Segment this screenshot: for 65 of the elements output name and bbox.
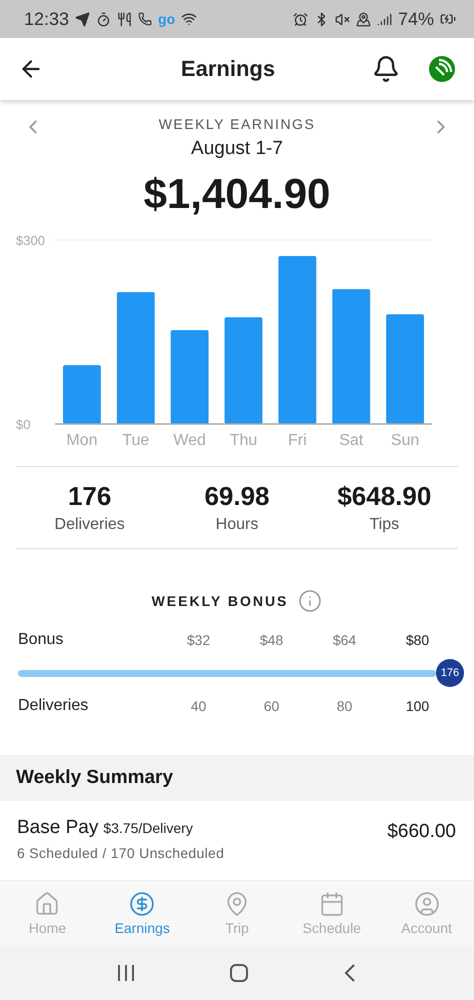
signal-icon	[376, 12, 392, 26]
pay-rate: $3.75/Delivery	[103, 820, 193, 836]
row-label: Bonus	[18, 631, 64, 649]
timer-icon	[96, 12, 112, 26]
page-title: Earnings	[180, 56, 276, 82]
axis-label: Fri	[288, 432, 307, 449]
stat-value: 69.98	[204, 481, 270, 512]
axis-label: Tue	[122, 432, 150, 449]
status-time: 12:33	[24, 8, 70, 30]
location-icon	[356, 12, 371, 26]
bar	[63, 365, 101, 424]
axis-label: $300	[16, 233, 45, 248]
wifi-icon	[181, 11, 198, 27]
send-icon	[75, 12, 90, 26]
mute-icon	[334, 12, 350, 26]
slider-thumb[interactable]: 176	[436, 659, 464, 687]
utensils-icon	[117, 12, 132, 26]
status-indicator-icon[interactable]	[428, 55, 456, 83]
dollar-icon	[129, 890, 156, 916]
bonus-heading: WEEKLY BONUS	[152, 593, 288, 609]
axis-label: Thu	[230, 432, 258, 449]
total-earnings: $1,404.90	[142, 170, 332, 218]
bell-icon	[372, 55, 400, 83]
info-icon[interactable]	[298, 589, 322, 613]
nav-tab[interactable]: Trip	[190, 881, 284, 945]
bonus-amount: $80	[404, 632, 430, 648]
section-heading: WEEKLY EARNINGS	[158, 116, 316, 132]
home-icon	[34, 890, 60, 916]
account-icon	[414, 890, 440, 916]
delivery-goal: 60	[262, 698, 280, 714]
home-icon[interactable]	[229, 962, 249, 982]
stat-value: $648.90	[337, 481, 432, 512]
nav-tab[interactable]: Home	[0, 881, 95, 945]
phone-icon	[138, 12, 152, 26]
pay-detail: 6 Scheduled / 170 Unscheduled	[17, 845, 224, 861]
bonus-amount: $48	[258, 632, 284, 648]
battery-percent: 74%	[398, 8, 434, 30]
bonus-amount: $64	[332, 632, 358, 648]
delivery-goal: 40	[190, 698, 208, 714]
nav-tab[interactable]: Schedule	[284, 881, 380, 945]
recent-apps-icon[interactable]	[117, 964, 135, 982]
axis-label: Sat	[339, 432, 364, 449]
row-label: Deliveries	[18, 697, 90, 715]
calendar-icon	[318, 890, 345, 916]
back-icon[interactable]	[343, 962, 357, 982]
stat-value: 176	[68, 481, 112, 512]
nav-tab[interactable]: Earnings	[94, 881, 190, 945]
nav-tab[interactable]: Account	[379, 881, 474, 945]
axis-label: Sun	[390, 432, 420, 449]
stat-label: Hours	[216, 516, 258, 534]
status-app-label: go	[158, 11, 176, 27]
pay-label: Base Pay	[17, 817, 98, 839]
alarm-icon	[292, 12, 308, 26]
summary-title: Weekly Summary	[16, 767, 174, 789]
date-range: August 1-7	[191, 138, 283, 160]
stat-label: Deliveries	[54, 516, 125, 534]
axis-label: $0	[16, 417, 30, 432]
notifications-button[interactable]	[372, 55, 400, 83]
axis-label: Wed	[173, 432, 206, 449]
stat-label: Tips	[370, 516, 400, 534]
pay-amount: $660.00	[387, 821, 456, 843]
bonus-amount: $32	[186, 632, 212, 648]
delivery-goal: 100	[404, 698, 430, 714]
axis-label: Mon	[66, 432, 98, 449]
delivery-goal: 80	[336, 698, 354, 714]
